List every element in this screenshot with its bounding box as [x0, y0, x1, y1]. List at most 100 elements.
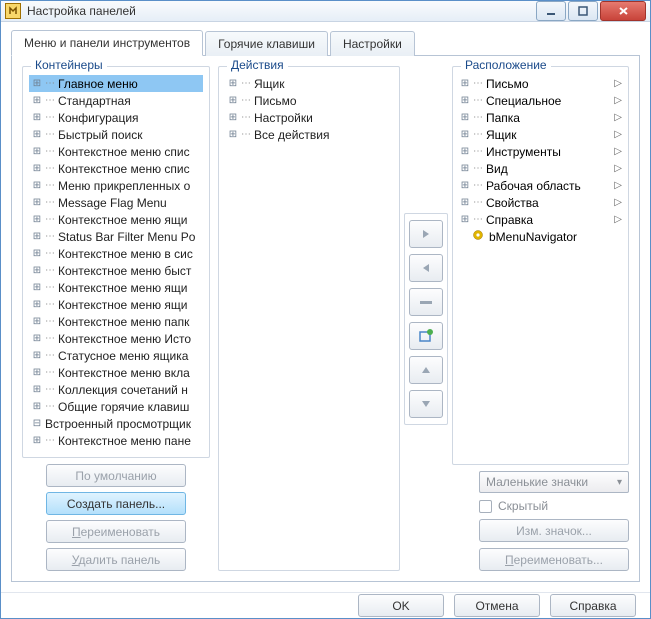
tree-item[interactable]: ⊞⋯Ящик [225, 75, 393, 92]
tree-item[interactable]: ⊞⋯Свойства▷ [459, 194, 622, 211]
close-button[interactable] [600, 1, 646, 21]
expand-icon[interactable]: ⊞ [31, 129, 43, 140]
tree-item[interactable]: ⊞⋯Конфигурация [29, 109, 203, 126]
tree-item[interactable]: ⊞⋯Главное меню [29, 75, 203, 92]
tree-item[interactable]: ⊞⋯Контекстное меню быст [29, 262, 203, 279]
tree-item[interactable]: ⊞⋯Message Flag Menu [29, 194, 203, 211]
tree-item[interactable]: ⊞⋯Контекстное меню ящи [29, 279, 203, 296]
tree-item[interactable]: ⊞⋯Письмо▷ [459, 75, 622, 92]
tree-item[interactable]: ⊞bMenuNavigator [459, 228, 622, 245]
expand-icon[interactable]: ⊞ [227, 95, 239, 106]
expand-icon[interactable]: ⊞ [31, 265, 43, 276]
create-panel-button[interactable]: Создать панель... [46, 492, 186, 515]
expand-icon[interactable]: ⊞ [31, 333, 43, 344]
minimize-button[interactable] [536, 1, 566, 21]
expand-icon[interactable]: ⊞ [31, 316, 43, 327]
expand-icon[interactable]: ⊞ [31, 78, 43, 89]
actions-tree[interactable]: ⊞⋯Ящик⊞⋯Письмо⊞⋯Настройки⊞⋯Все действия [225, 75, 393, 562]
tree-item[interactable]: ⊞⋯Быстрый поиск [29, 126, 203, 143]
tree-item[interactable]: ⊞⋯Status Bar Filter Menu Po [29, 228, 203, 245]
move-left-button[interactable] [409, 254, 443, 282]
tab-menus[interactable]: Меню и панели инструментов [11, 30, 203, 56]
tree-item[interactable]: ⊞⋯Контекстное меню ящи [29, 211, 203, 228]
expand-icon[interactable]: ⊞ [31, 231, 43, 242]
expand-icon[interactable]: ⊞ [459, 197, 471, 208]
expand-icon[interactable]: ⊞ [459, 214, 471, 225]
tree-item[interactable]: ⊞⋯Контекстное меню спис [29, 143, 203, 160]
hidden-checkbox-row[interactable]: Скрытый [479, 499, 629, 513]
expand-icon[interactable]: ⊞ [31, 299, 43, 310]
help-button[interactable]: Справка [550, 594, 636, 617]
tree-item[interactable]: ⊞⋯Рабочая область▷ [459, 177, 622, 194]
expand-icon[interactable]: ⊞ [31, 248, 43, 259]
tab-settings[interactable]: Настройки [330, 31, 415, 56]
cancel-button[interactable]: Отмена [454, 594, 540, 617]
tab-hotkeys[interactable]: Горячие клавиши [205, 31, 328, 56]
tree-item[interactable]: ⊞⋯Инструменты▷ [459, 143, 622, 160]
expand-icon[interactable]: ⊞ [31, 384, 43, 395]
containers-tree[interactable]: ⊞⋯Главное меню⊞⋯Стандартная⊞⋯Конфигураци… [29, 75, 203, 449]
expand-icon[interactable]: ⊞ [31, 197, 43, 208]
maximize-button[interactable] [568, 1, 598, 21]
collapse-icon[interactable]: ⊟ [31, 418, 43, 429]
tree-item[interactable]: ⊞⋯Статусное меню ящика [29, 347, 203, 364]
expand-icon[interactable]: ⊞ [227, 129, 239, 140]
tree-item[interactable]: ⊞⋯Общие горячие клавиш [29, 398, 203, 415]
hidden-checkbox[interactable] [479, 500, 492, 513]
tree-item[interactable]: ⊞⋯Вид▷ [459, 160, 622, 177]
expand-icon[interactable]: ⊞ [31, 367, 43, 378]
expand-icon[interactable]: ⊞ [31, 214, 43, 225]
tree-item[interactable]: ⊞⋯Письмо [225, 92, 393, 109]
tree-item[interactable]: ⊞⋯Контекстное меню пане [29, 432, 203, 449]
tree-item[interactable]: ⊞⋯Настройки [225, 109, 393, 126]
expand-icon[interactable]: ⊞ [31, 401, 43, 412]
tree-item[interactable]: ⊞⋯Контекстное меню вкла [29, 364, 203, 381]
tree-item[interactable]: ⊞⋯Папка▷ [459, 109, 622, 126]
expand-icon[interactable]: ⊞ [459, 95, 471, 106]
tree-item[interactable]: ⊞⋯Справка▷ [459, 211, 622, 228]
tree-item[interactable]: ⊞⋯Стандартная [29, 92, 203, 109]
expand-icon[interactable]: ⊞ [31, 112, 43, 123]
delete-panel-button[interactable]: Удалить панель [46, 548, 186, 571]
tree-item[interactable]: ⊞⋯Контекстное меню Исто [29, 330, 203, 347]
move-down-button[interactable] [409, 390, 443, 418]
tree-item[interactable]: ⊞⋯Контекстное меню спис [29, 160, 203, 177]
tree-item[interactable]: ⊞⋯Специальное▷ [459, 92, 622, 109]
expand-icon[interactable]: ⊞ [459, 129, 471, 140]
tree-item-label: Контекстное меню в сис [56, 247, 193, 261]
ok-button[interactable]: OK [358, 594, 444, 617]
expand-icon[interactable]: ⊞ [459, 163, 471, 174]
tree-item[interactable]: ⊞⋯Контекстное меню ящи [29, 296, 203, 313]
tree-item[interactable]: ⊞⋯Меню прикрепленных о [29, 177, 203, 194]
icon-size-select[interactable]: Маленькие значки ▾ [479, 471, 629, 493]
tree-item[interactable]: ⊟Встроенный просмотрщик [29, 415, 203, 432]
expand-icon[interactable]: ⊞ [459, 112, 471, 123]
expand-icon[interactable]: ⊞ [31, 435, 43, 446]
tree-item[interactable]: ⊞⋯Коллекция сочетаний н [29, 381, 203, 398]
expand-icon[interactable]: ⊞ [459, 78, 471, 89]
move-right-button[interactable] [409, 220, 443, 248]
change-icon-button[interactable]: Изм. значок... [479, 519, 629, 542]
tree-item[interactable]: ⊞⋯Все действия [225, 126, 393, 143]
expand-icon[interactable]: ⊞ [227, 78, 239, 89]
tree-dots-icon: ⋯ [45, 180, 54, 191]
location-tree[interactable]: ⊞⋯Письмо▷⊞⋯Специальное▷⊞⋯Папка▷⊞⋯Ящик▷⊞⋯… [459, 75, 622, 456]
expand-icon[interactable]: ⊞ [31, 282, 43, 293]
tree-item[interactable]: ⊞⋯Контекстное меню в сис [29, 245, 203, 262]
expand-icon[interactable]: ⊞ [227, 112, 239, 123]
expand-icon[interactable]: ⊞ [31, 146, 43, 157]
new-button[interactable] [409, 322, 443, 350]
default-button[interactable]: По умолчанию [46, 464, 186, 487]
expand-icon[interactable]: ⊞ [31, 163, 43, 174]
move-up-button[interactable] [409, 356, 443, 384]
tree-item[interactable]: ⊞⋯Ящик▷ [459, 126, 622, 143]
rename-button[interactable]: Переименовать [46, 520, 186, 543]
expand-icon[interactable]: ⊞ [31, 180, 43, 191]
expand-icon[interactable]: ⊞ [31, 350, 43, 361]
expand-icon[interactable]: ⊞ [31, 95, 43, 106]
location-rename-button[interactable]: Переименовать... [479, 548, 629, 571]
tree-item[interactable]: ⊞⋯Контекстное меню папк [29, 313, 203, 330]
expand-icon[interactable]: ⊞ [459, 146, 471, 157]
separator-button[interactable] [409, 288, 443, 316]
expand-icon[interactable]: ⊞ [459, 180, 471, 191]
